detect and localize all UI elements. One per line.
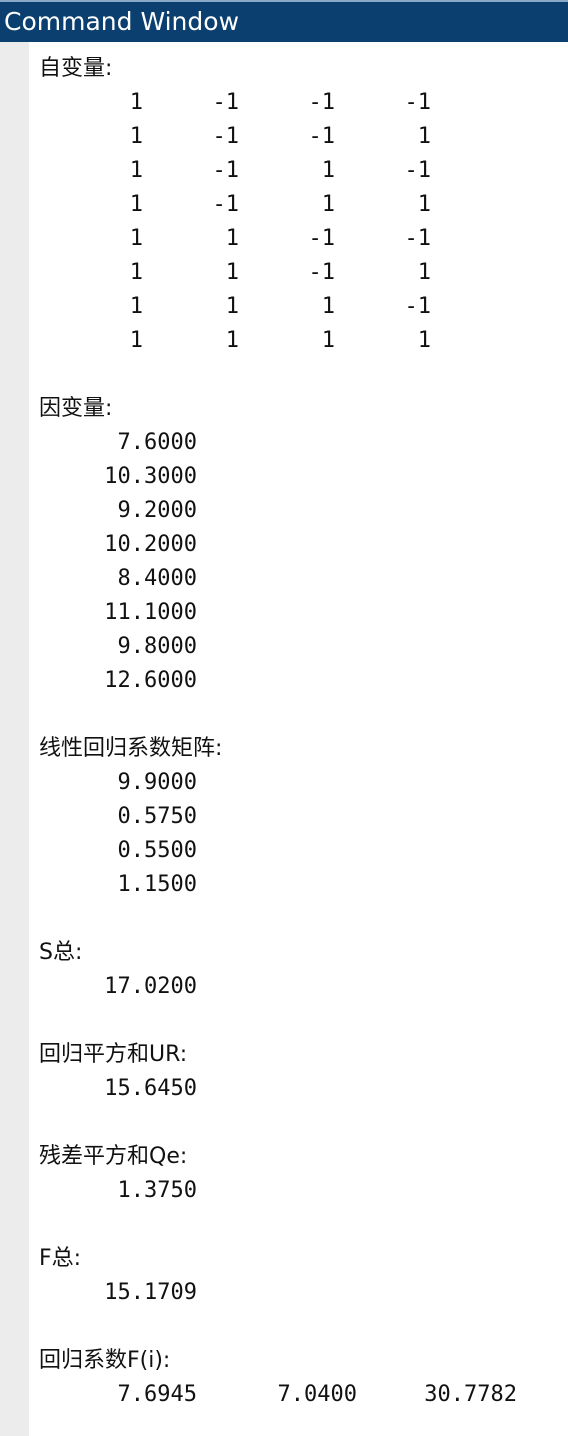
matrix-cell: 1 xyxy=(129,260,143,285)
qe-row: 1.3750 xyxy=(39,1174,459,1208)
ur-label: 回归平方和UR: xyxy=(39,1042,188,1067)
matrix-cell: 1 xyxy=(129,192,143,217)
x-matrix-row: 1 -1 -1 1 xyxy=(39,120,459,154)
matrix-cell: -1 xyxy=(404,226,432,251)
matrix-cell: -1 xyxy=(212,192,240,217)
y-value: 11.1000 xyxy=(104,600,197,625)
y-values-label: 因变量: xyxy=(39,396,113,421)
matrix-cell: -1 xyxy=(404,158,432,183)
f-i-value: 7.6945 xyxy=(117,1382,197,1407)
coefficient-row: 0.5750 xyxy=(39,800,459,834)
x-matrix-row: 1 1 1 -1 xyxy=(39,290,459,324)
f-i-label: 回归系数F(i): xyxy=(39,1348,171,1373)
coefficient-row: 9.9000 xyxy=(39,766,459,800)
y-value: 9.2000 xyxy=(117,498,197,523)
matrix-cell: -1 xyxy=(212,90,240,115)
matrix-cell: 1 xyxy=(129,328,143,353)
matrix-cell: -1 xyxy=(404,294,432,319)
x-matrix-row: 1 1 -1 1 xyxy=(39,256,459,290)
y-value: 10.3000 xyxy=(104,464,197,489)
command-output-area[interactable]: 自变量: 1 -1 -1 -1 1 -1 -1 1 1 -1 1 -1 1 -1… xyxy=(29,42,568,1436)
matrix-cell: -1 xyxy=(212,158,240,183)
matrix-cell: 1 xyxy=(129,90,143,115)
s-total-value: 17.0200 xyxy=(104,974,197,999)
x-matrix-row: 1 1 1 1 xyxy=(39,324,459,358)
y-value-row: 8.4000 xyxy=(39,562,459,596)
f-i-row: 7.6945 7.0400 30.7782 xyxy=(39,1378,539,1412)
y-value: 10.2000 xyxy=(104,532,197,557)
matrix-cell: 1 xyxy=(417,328,431,353)
x-matrix-row: 1 1 -1 -1 xyxy=(39,222,459,256)
matrix-cell: 1 xyxy=(417,124,431,149)
matrix-cell: 1 xyxy=(225,260,239,285)
coefficient-row: 1.1500 xyxy=(39,868,459,902)
f-total-row: 15.1709 xyxy=(39,1276,459,1310)
qe-value: 1.3750 xyxy=(117,1178,197,1203)
matrix-cell: 1 xyxy=(129,158,143,183)
coefficient-row: 0.5500 xyxy=(39,834,459,868)
x-matrix-row: 1 -1 -1 -1 xyxy=(39,86,459,120)
y-value-row: 7.6000 xyxy=(39,426,459,460)
matrix-cell: 1 xyxy=(417,260,431,285)
coefficient-value: 1.1500 xyxy=(117,872,197,897)
matrix-cell: 1 xyxy=(321,294,335,319)
f-total-value: 15.1709 xyxy=(104,1280,197,1305)
x-matrix-row: 1 -1 1 1 xyxy=(39,188,459,222)
matrix-cell: 1 xyxy=(225,226,239,251)
matrix-cell: -1 xyxy=(308,260,336,285)
matrix-cell: 1 xyxy=(129,124,143,149)
coefficient-value: 0.5750 xyxy=(117,804,197,829)
matrix-cell: -1 xyxy=(404,90,432,115)
y-value-row: 12.6000 xyxy=(39,664,459,698)
matrix-cell: -1 xyxy=(308,90,336,115)
window-title: Command Window xyxy=(4,7,240,36)
x-matrix-row: 1 -1 1 -1 xyxy=(39,154,459,188)
matrix-cell: 1 xyxy=(321,328,335,353)
ur-value: 15.6450 xyxy=(104,1076,197,1101)
matrix-cell: 1 xyxy=(417,192,431,217)
x-matrix-label: 自变量: xyxy=(39,56,113,81)
s-total-label: S总: xyxy=(39,940,83,965)
ur-row: 15.6450 xyxy=(39,1072,459,1106)
y-value: 7.6000 xyxy=(117,430,197,455)
matrix-cell: 1 xyxy=(129,226,143,251)
matrix-cell: 1 xyxy=(321,158,335,183)
y-value-row: 10.3000 xyxy=(39,460,459,494)
qe-label: 残差平方和Qe: xyxy=(39,1144,188,1169)
coefficients-label: 线性回归系数矩阵: xyxy=(39,736,223,761)
y-value: 9.8000 xyxy=(117,634,197,659)
y-value-row: 9.8000 xyxy=(39,630,459,664)
f-i-value: 7.0400 xyxy=(277,1382,357,1407)
y-value-row: 9.2000 xyxy=(39,494,459,528)
y-value: 8.4000 xyxy=(117,566,197,591)
f-i-value: 30.7782 xyxy=(424,1382,517,1407)
matrix-cell: 1 xyxy=(225,294,239,319)
coefficient-value: 9.9000 xyxy=(117,770,197,795)
matrix-cell: -1 xyxy=(212,124,240,149)
s-total-row: 17.0200 xyxy=(39,970,459,1004)
matrix-cell: -1 xyxy=(308,226,336,251)
matrix-cell: -1 xyxy=(308,124,336,149)
f-total-label: F总: xyxy=(39,1246,82,1271)
command-window-titlebar[interactable]: Command Window xyxy=(0,0,568,42)
matrix-cell: 1 xyxy=(225,328,239,353)
matrix-cell: 1 xyxy=(321,192,335,217)
matrix-cell: 1 xyxy=(129,294,143,319)
coefficient-value: 0.5500 xyxy=(117,838,197,863)
left-gutter xyxy=(0,42,29,1436)
y-value-row: 11.1000 xyxy=(39,596,459,630)
y-value: 12.6000 xyxy=(104,668,197,693)
y-value-row: 10.2000 xyxy=(39,528,459,562)
command-window: Command Window 自变量: 1 -1 -1 -1 1 -1 -1 1… xyxy=(0,0,568,1436)
